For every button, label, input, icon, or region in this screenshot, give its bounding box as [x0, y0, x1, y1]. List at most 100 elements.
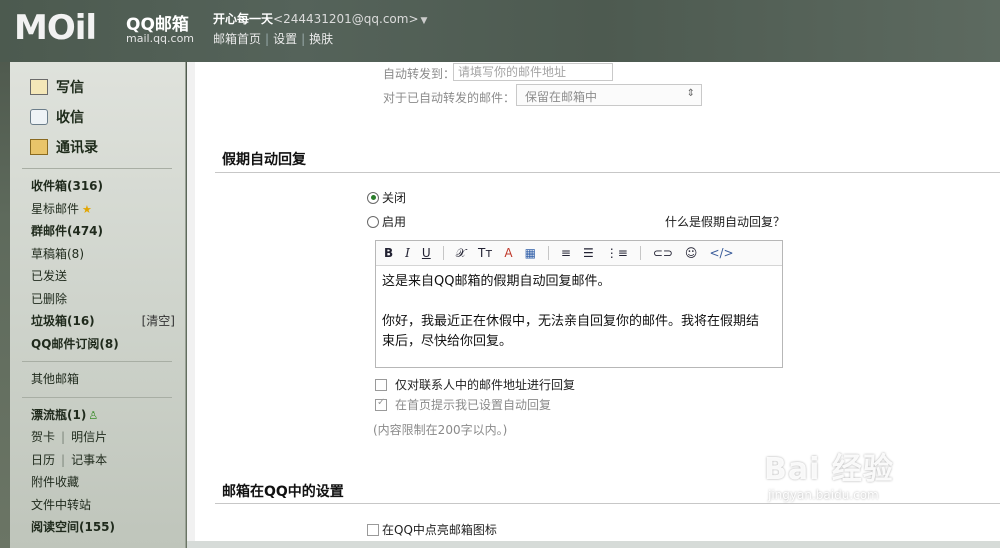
sidebar-row-cards: 贺卡 | 明信片: [10, 426, 185, 449]
bottle-label: 漂流瓶(1): [31, 407, 87, 422]
link-mail-home[interactable]: 邮箱首页: [213, 32, 261, 46]
sidebar-item-postcard[interactable]: 明信片: [71, 430, 107, 444]
link-change-skin[interactable]: 换肤: [309, 32, 333, 46]
sidebar-item-deleted[interactable]: 已删除: [10, 288, 185, 311]
sidebar-item-receive[interactable]: 收信: [30, 102, 185, 132]
bottle-icon: ♙: [88, 408, 99, 422]
list-button[interactable]: ☰: [583, 246, 594, 260]
sidebar-item-groups[interactable]: 群邮件(474): [10, 220, 185, 243]
editor-body[interactable]: 这是来自QQ邮箱的假期自动回复邮件。 你好，我最近正在休假中，无法亲自回复你的邮…: [376, 266, 782, 358]
star-icon: ★: [82, 202, 92, 216]
sidebar-item-greeting-card[interactable]: 贺卡: [31, 430, 55, 444]
reply-editor[interactable]: B I U 𝒳 Tт A ▦ ≡ ☰ ⋮≡ ⊂⊃ ☺ </> 这是来自QQ邮箱的…: [375, 240, 783, 368]
compose-label: 写信: [56, 80, 84, 96]
sidebar-item-subscription[interactable]: QQ邮件订阅(8): [10, 333, 185, 356]
light-icon-label: 在QQ中点亮邮箱图标: [382, 523, 497, 537]
contacts-only-option[interactable]: 仅对联系人中的邮件地址进行回复: [375, 376, 575, 393]
home-hint-checkbox[interactable]: [375, 397, 387, 411]
sidebar-item-starred[interactable]: 星标邮件 ★: [10, 198, 185, 221]
sidebar-item-contacts[interactable]: 通讯录: [30, 132, 185, 162]
bottom-strip: [187, 541, 1000, 548]
vacation-on-option[interactable]: 启用: [367, 213, 406, 230]
content-limit-hint: (内容限制在200字以内。): [373, 423, 508, 437]
forwarded-mail-label: 对于已自动转发的邮件：: [383, 91, 516, 105]
other-mailbox-label: 其他邮箱: [31, 372, 80, 386]
deleted-label: 已删除: [31, 291, 68, 306]
light-icon-option[interactable]: 在QQ中点亮邮箱图标: [367, 521, 497, 538]
top-header: MOil QQ邮箱 mail.qq.com 开心每一天<244431201@qq…: [0, 0, 1000, 62]
sidebar-item-inbox[interactable]: 收件箱(316): [10, 175, 185, 198]
underline-button[interactable]: U: [422, 246, 431, 260]
sidebar-item-attachments[interactable]: 附件收藏: [10, 471, 185, 494]
clear-spam-link[interactable]: [清空]: [142, 310, 175, 333]
compose-actions: 写信 收信 通讯录: [10, 62, 185, 162]
qq-settings-title: 邮箱在QQ中的设置: [222, 484, 344, 500]
sidebar-divider: [22, 361, 172, 362]
home-hint-option[interactable]: 在首页提示我已设置自动回复: [375, 396, 551, 413]
spam-label: 垃圾箱(16): [31, 314, 95, 328]
user-account[interactable]: 开心每一天<244431201@qq.com> ▼: [213, 10, 427, 27]
section-divider: [215, 172, 1000, 173]
forward-email-input[interactable]: 请填写你的邮件地址: [453, 63, 613, 81]
radio-on[interactable]: [367, 215, 379, 228]
section-divider: [215, 503, 1000, 504]
font-color-button[interactable]: A: [504, 246, 512, 260]
italic-button[interactable]: I: [405, 246, 410, 260]
sidebar-divider: [22, 168, 172, 169]
sidebar-item-notes[interactable]: 记事本: [71, 453, 107, 467]
sidebar-item-reading-space[interactable]: 阅读空间(155): [10, 516, 185, 539]
background-color-button[interactable]: ▦: [525, 246, 536, 260]
contacts-label: 通讯录: [56, 140, 98, 156]
forwarded-mail-select[interactable]: 保留在邮箱中 ⇕: [516, 84, 702, 106]
contacts-only-label: 仅对联系人中的邮件地址进行回复: [395, 378, 576, 392]
sidebar-item-sent[interactable]: 已发送: [10, 265, 185, 288]
vacation-help-link[interactable]: 什么是假期自动回复？: [665, 213, 785, 230]
bold-button[interactable]: B: [384, 246, 393, 260]
html-source-button[interactable]: </>: [709, 246, 733, 260]
logo-mail-text: MOil: [14, 8, 97, 48]
sidebar-item-drafts[interactable]: 草稿箱(8): [10, 243, 185, 266]
chevron-down-icon[interactable]: ▼: [421, 16, 428, 26]
envelope-icon: [30, 109, 48, 125]
sidebar-item-compose[interactable]: 写信: [30, 72, 185, 102]
radio-off[interactable]: [367, 191, 379, 204]
reply-line-2: 你好，我最近正在休假中，无法亲自回复你的邮件。我将在假期结: [382, 314, 760, 329]
user-email: <244431201@qq.com>: [273, 12, 419, 26]
pipe-separator: |: [61, 452, 66, 467]
toolbar-separator: [442, 246, 444, 260]
select-caret-icon: ⇕: [686, 88, 695, 99]
sidebar-item-other-mailbox[interactable]: 其他邮箱: [10, 368, 185, 391]
watermark-main: Bai 经验: [764, 452, 894, 487]
attachments-label: 附件收藏: [31, 475, 80, 489]
link-separator: |: [265, 32, 270, 46]
align-button[interactable]: ≡: [561, 246, 571, 260]
font-size-button[interactable]: Tт: [478, 246, 492, 260]
indent-button[interactable]: ⋮≡: [606, 246, 628, 260]
reply-line-1: 这是来自QQ邮箱的假期自动回复邮件。: [382, 274, 611, 289]
contacts-only-checkbox[interactable]: [375, 378, 387, 391]
vacation-off-option[interactable]: 关闭: [367, 189, 406, 206]
pencil-icon: [30, 79, 48, 95]
inbox-label: 收件箱(316): [31, 179, 104, 193]
sidebar-divider: [22, 396, 172, 398]
user-name: 开心每一天: [213, 12, 274, 26]
light-icon-checkbox[interactable]: [367, 523, 379, 536]
forward-email-placeholder: 请填写你的邮件地址: [458, 65, 567, 79]
forward-label: 自动转发到：: [383, 67, 456, 81]
qq-mail-logo[interactable]: MOil QQ邮箱 mail.qq.com: [14, 8, 204, 50]
sidebar-item-calendar[interactable]: 日历: [31, 453, 55, 467]
link-settings[interactable]: 设置: [273, 32, 297, 46]
vacation-section-title: 假期自动回复: [222, 152, 306, 168]
watermark-url: jingyan.baidu.com: [768, 488, 879, 502]
font-family-button[interactable]: 𝒳: [456, 246, 466, 261]
link-icon[interactable]: ⊂⊃: [653, 246, 673, 260]
emoji-icon[interactable]: ☺: [685, 246, 698, 260]
drafts-label: 草稿箱(8): [31, 246, 84, 261]
toolbar-separator: [639, 246, 641, 260]
sidebar-item-file-transfer[interactable]: 文件中转站: [10, 494, 185, 517]
address-book-icon: [30, 139, 48, 155]
sidebar-item-bottle[interactable]: 漂流瓶(1) ♙: [10, 404, 185, 427]
groups-label: 群邮件(474): [31, 224, 104, 238]
sidebar-item-spam[interactable]: 垃圾箱(16) [清空]: [10, 310, 185, 333]
